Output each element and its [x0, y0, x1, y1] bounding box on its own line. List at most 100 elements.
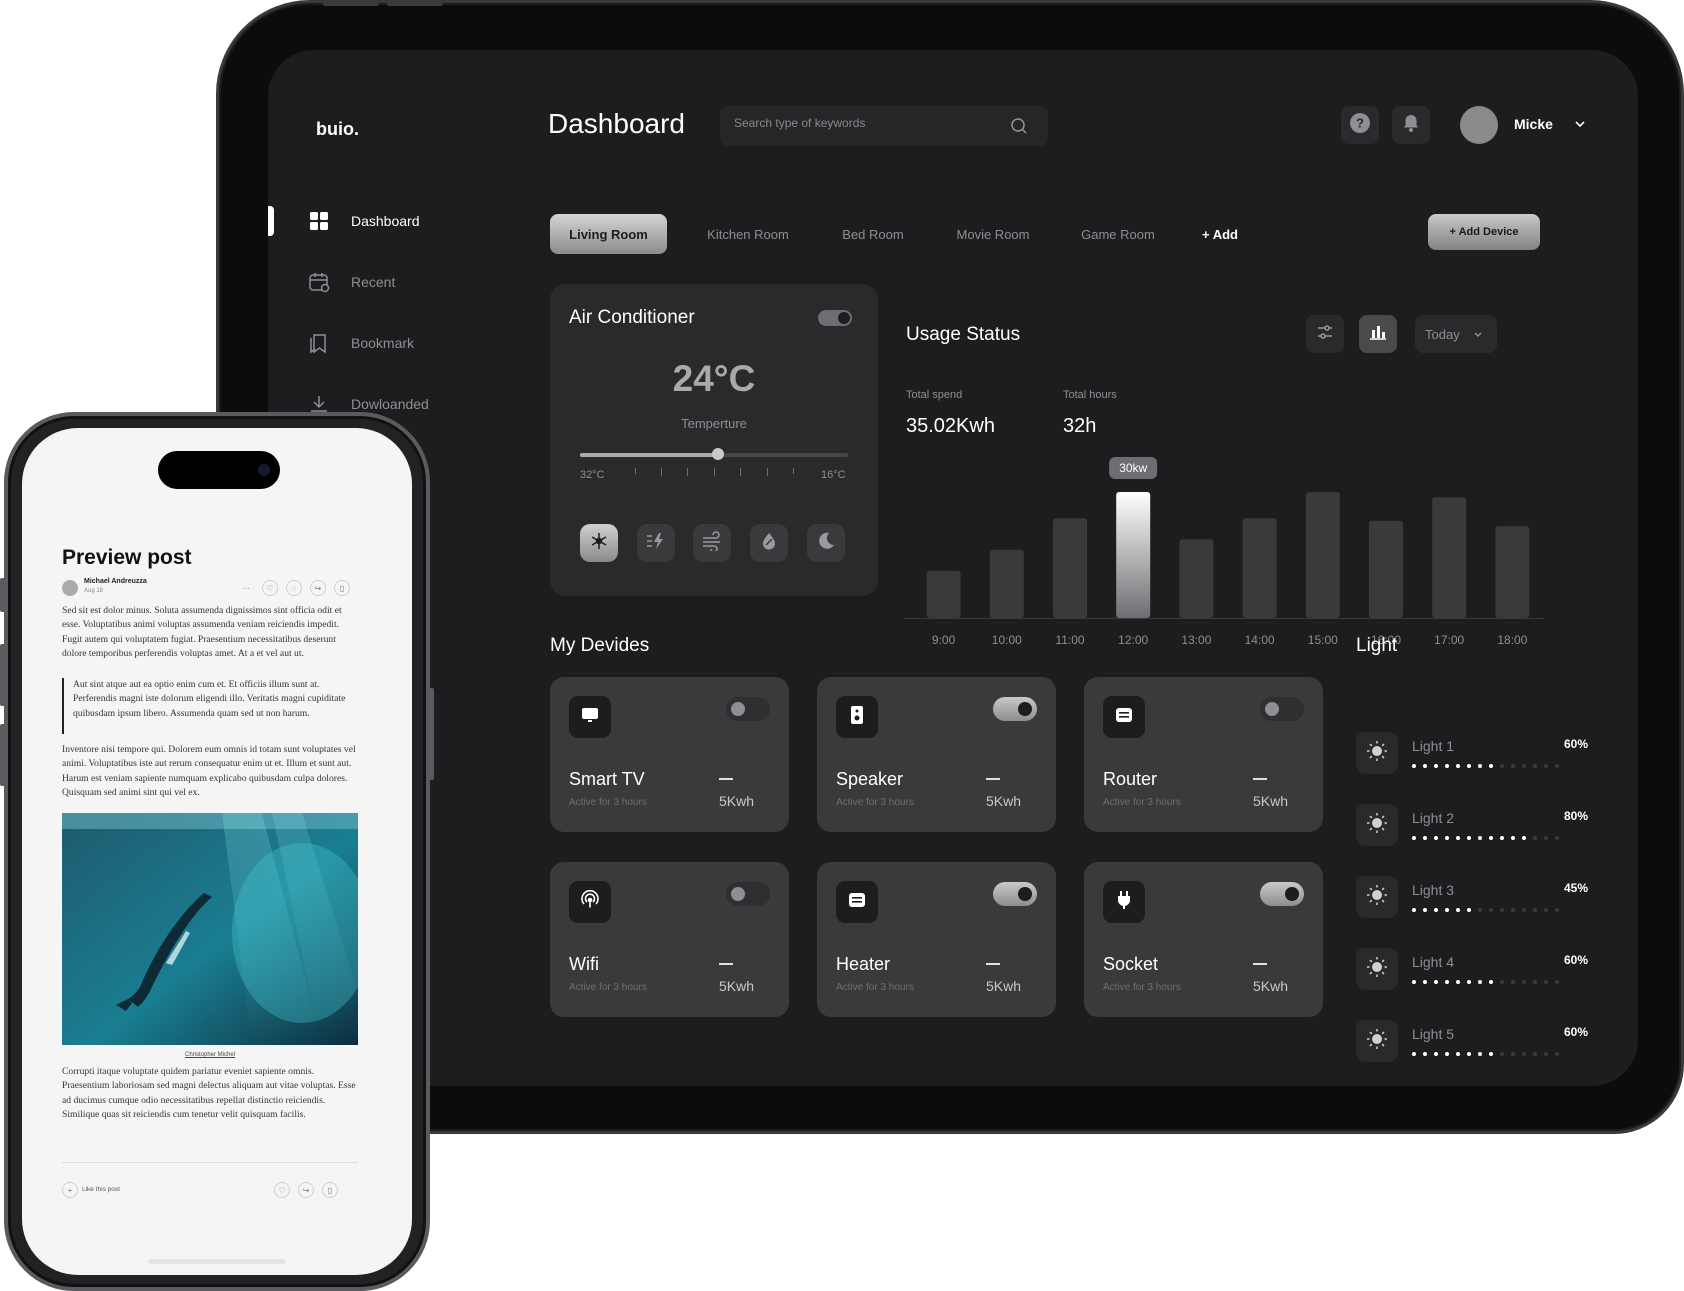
chart-bar[interactable]	[926, 570, 961, 618]
tab-game-room[interactable]: Game Room	[1068, 214, 1168, 254]
tab-bed-room[interactable]: Bed Room	[828, 214, 918, 254]
light-level-dot[interactable]	[1456, 764, 1460, 768]
chart-bar[interactable]	[1495, 526, 1530, 618]
tab-kitchen-room[interactable]: Kitchen Room	[692, 214, 804, 254]
light-level-dot[interactable]	[1412, 1052, 1416, 1056]
light-level-dot[interactable]	[1511, 980, 1515, 984]
tab-movie-room[interactable]: Movie Room	[942, 214, 1044, 254]
add-device-button[interactable]: + Add Device	[1428, 214, 1540, 250]
light-level-dot[interactable]	[1445, 980, 1449, 984]
light-level-dot[interactable]	[1445, 764, 1449, 768]
light-level-dot[interactable]	[1500, 764, 1504, 768]
light-level-dot[interactable]	[1478, 980, 1482, 984]
light-row-3[interactable]: Light 3 45%	[1356, 876, 1588, 936]
device-card-speaker[interactable]: Speaker Active for 3 hours 5Kwh	[817, 677, 1056, 832]
light-level-dot[interactable]	[1555, 908, 1559, 912]
light-level-dot[interactable]	[1500, 908, 1504, 912]
usage-range-select[interactable]: Today	[1415, 315, 1497, 353]
light-level-dot[interactable]	[1533, 980, 1537, 984]
light-level-dot[interactable]	[1544, 980, 1548, 984]
mode-fan-button[interactable]	[693, 524, 731, 562]
device-power-toggle[interactable]	[1260, 697, 1304, 721]
share-icon[interactable]: ↪	[298, 1182, 314, 1198]
ac-power-toggle[interactable]	[818, 310, 852, 326]
light-level-dot[interactable]	[1489, 908, 1493, 912]
light-level-dot[interactable]	[1522, 836, 1526, 840]
light-level-dot[interactable]	[1467, 836, 1471, 840]
mode-cool-button[interactable]	[580, 524, 618, 562]
light-level-dot[interactable]	[1423, 1052, 1427, 1056]
heart-icon[interactable]: ♡	[262, 580, 278, 596]
light-level-dot[interactable]	[1544, 764, 1548, 768]
light-level-dot[interactable]	[1533, 1052, 1537, 1056]
light-level-dot[interactable]	[1555, 764, 1559, 768]
light-level-dot[interactable]	[1522, 980, 1526, 984]
bookmark-icon[interactable]: ▯	[334, 580, 350, 596]
device-card-wifi[interactable]: Wifi Active for 3 hours 5Kwh	[550, 862, 789, 1017]
device-card-heater[interactable]: Heater Active for 3 hours 5Kwh	[817, 862, 1056, 1017]
chart-bar[interactable]	[1432, 497, 1467, 618]
light-level-dot[interactable]	[1412, 908, 1416, 912]
light-level-dot[interactable]	[1445, 836, 1449, 840]
light-level-dot[interactable]	[1456, 980, 1460, 984]
light-level-dot[interactable]	[1412, 764, 1416, 768]
mode-dry-button[interactable]	[750, 524, 788, 562]
user-name[interactable]: Micke	[1514, 116, 1553, 132]
light-level-dot[interactable]	[1555, 836, 1559, 840]
light-level-dot[interactable]	[1467, 764, 1471, 768]
help-button[interactable]: ?	[1341, 106, 1379, 144]
light-level-dot[interactable]	[1445, 908, 1449, 912]
light-row-4[interactable]: Light 4 60%	[1356, 948, 1588, 1008]
light-level-dot[interactable]	[1522, 908, 1526, 912]
chart-bar[interactable]	[1369, 520, 1403, 618]
light-level-slider[interactable]	[1412, 906, 1588, 914]
chart-bar[interactable]	[989, 549, 1024, 618]
bookmark-icon[interactable]: ▯	[322, 1182, 338, 1198]
sidebar-item-bookmark[interactable]: Bookmark	[268, 323, 508, 363]
light-row-1[interactable]: Light 1 60%	[1356, 732, 1588, 792]
light-level-dot[interactable]	[1456, 1052, 1460, 1056]
search-input[interactable]	[734, 116, 1004, 130]
light-level-dot[interactable]	[1500, 836, 1504, 840]
light-level-dot[interactable]	[1533, 836, 1537, 840]
mode-power-button[interactable]	[637, 524, 675, 562]
light-level-dot[interactable]	[1544, 1052, 1548, 1056]
heart-icon[interactable]: ♡	[274, 1182, 290, 1198]
light-level-dot[interactable]	[1533, 764, 1537, 768]
light-level-dot[interactable]	[1423, 764, 1427, 768]
image-caption[interactable]: Christopher Michel	[22, 1052, 398, 1058]
device-power-toggle[interactable]	[1260, 882, 1304, 906]
search-icon[interactable]	[1010, 117, 1028, 140]
light-level-dot[interactable]	[1511, 908, 1515, 912]
sidebar-item-recent[interactable]: Recent	[268, 262, 508, 302]
light-level-dot[interactable]	[1445, 1052, 1449, 1056]
light-level-dot[interactable]	[1423, 908, 1427, 912]
light-level-dot[interactable]	[1434, 1052, 1438, 1056]
light-level-dot[interactable]	[1412, 836, 1416, 840]
light-row-2[interactable]: Light 2 80%	[1356, 804, 1588, 864]
light-level-dot[interactable]	[1478, 764, 1482, 768]
light-level-dot[interactable]	[1522, 764, 1526, 768]
light-level-dot[interactable]	[1511, 836, 1515, 840]
device-card-router[interactable]: Router Active for 3 hours 5Kwh	[1084, 677, 1323, 832]
light-level-dot[interactable]	[1467, 908, 1471, 912]
light-level-dot[interactable]	[1533, 908, 1537, 912]
mode-sleep-button[interactable]	[807, 524, 845, 562]
light-level-dot[interactable]	[1467, 980, 1471, 984]
notifications-button[interactable]	[1392, 106, 1430, 144]
light-level-dot[interactable]	[1500, 1052, 1504, 1056]
light-level-dot[interactable]	[1434, 908, 1438, 912]
light-level-dot[interactable]	[1489, 1052, 1493, 1056]
temperature-slider-handle[interactable]	[712, 448, 724, 460]
light-level-slider[interactable]	[1412, 1050, 1588, 1058]
chart-bar[interactable]	[1179, 539, 1214, 618]
plus-icon[interactable]: +	[62, 1182, 78, 1198]
device-power-toggle[interactable]	[993, 882, 1037, 906]
usage-chart-view-button[interactable]	[1359, 315, 1397, 353]
light-level-dot[interactable]	[1423, 980, 1427, 984]
light-level-dot[interactable]	[1489, 980, 1493, 984]
light-level-dot[interactable]	[1489, 764, 1493, 768]
avatar[interactable]	[1460, 106, 1498, 144]
light-level-dot[interactable]	[1511, 1052, 1515, 1056]
author-name[interactable]: Michael Andreuzza	[84, 578, 147, 585]
